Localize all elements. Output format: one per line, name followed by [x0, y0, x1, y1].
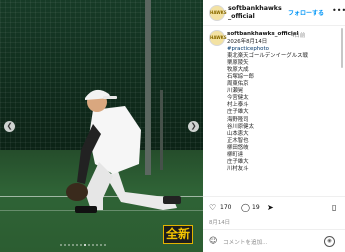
carousel-dot[interactable]: [104, 244, 106, 246]
carousel-dot[interactable]: [64, 244, 66, 246]
caption-line: 正木智也: [227, 137, 249, 144]
carousel-dot[interactable]: [92, 244, 94, 246]
caption-username[interactable]: softbankhawks_official: [227, 31, 299, 37]
bookmark-icon[interactable]: ▯: [332, 203, 336, 212]
brand-badge: 全新: [163, 225, 193, 244]
gif-icon[interactable]: ◉: [324, 236, 335, 247]
avatar[interactable]: HAWKS: [209, 30, 227, 46]
caption-line: 海野隆司: [227, 116, 249, 123]
carousel-dot[interactable]: [80, 244, 82, 246]
action-bar: ♡ 170 ◯ 19 ➤ ▯: [203, 196, 345, 216]
comment-count: 19: [252, 204, 260, 211]
carousel-dot[interactable]: [100, 244, 102, 246]
caption-time: 4日前: [291, 33, 306, 39]
post-header: HAWKS softbankhawks_official フォローする •••: [203, 0, 345, 26]
caption-line: 山本恵大: [227, 130, 249, 137]
more-icon[interactable]: •••: [332, 6, 345, 15]
caption-line: 2026年8月14日: [227, 39, 268, 45]
carousel-dot[interactable]: [68, 244, 70, 246]
heart-icon[interactable]: ♡: [209, 203, 216, 212]
post-side-panel: HAWKS softbankhawks_official フォローする ••• …: [203, 0, 345, 252]
caption-line: 柳田悠岐: [227, 144, 249, 151]
caption-line: 谷川原健太: [227, 123, 254, 130]
comment-bar: ☺ コメントを追加... ◉: [203, 229, 345, 252]
caption-line: 柳町達: [227, 151, 244, 158]
comment-input[interactable]: コメントを追加...: [223, 238, 268, 246]
follow-button[interactable]: フォローする: [288, 8, 324, 17]
caption-line: 周東佑京: [227, 81, 249, 88]
carousel-dot[interactable]: [72, 244, 74, 246]
chevron-right-icon[interactable]: ❯: [188, 121, 199, 132]
carousel-indicator: [60, 244, 106, 246]
caption-line: 庄子雄大: [227, 109, 249, 116]
caption: HAWKS softbankhawks_official 4日前 2026年8月…: [203, 30, 345, 196]
post-date: 8月14日: [209, 220, 231, 226]
carousel-dot[interactable]: [88, 244, 90, 246]
share-icon[interactable]: ➤: [267, 203, 274, 212]
carousel-dot[interactable]: [84, 244, 86, 246]
comment-icon[interactable]: ◯: [241, 203, 250, 212]
header-username[interactable]: softbankhawks_official: [228, 5, 284, 21]
emoji-icon[interactable]: ☺: [209, 236, 217, 245]
caption-text: 2026年8月14日 #practicephoto 東北楽天ゴールデンイーグルス戦栗…: [227, 39, 339, 173]
post-photo[interactable]: ❮ ❯ 全新: [0, 0, 203, 252]
carousel-dot[interactable]: [60, 244, 62, 246]
carousel-dot[interactable]: [96, 244, 98, 246]
caption-line: 庄子雄大: [227, 158, 249, 165]
caption-line: 川村友斗: [227, 165, 249, 172]
avatar[interactable]: HAWKS: [209, 5, 227, 21]
scrollbar[interactable]: [341, 28, 343, 68]
like-count: 170: [220, 204, 232, 211]
chevron-left-icon[interactable]: ❮: [4, 121, 15, 132]
carousel-dot[interactable]: [76, 244, 78, 246]
